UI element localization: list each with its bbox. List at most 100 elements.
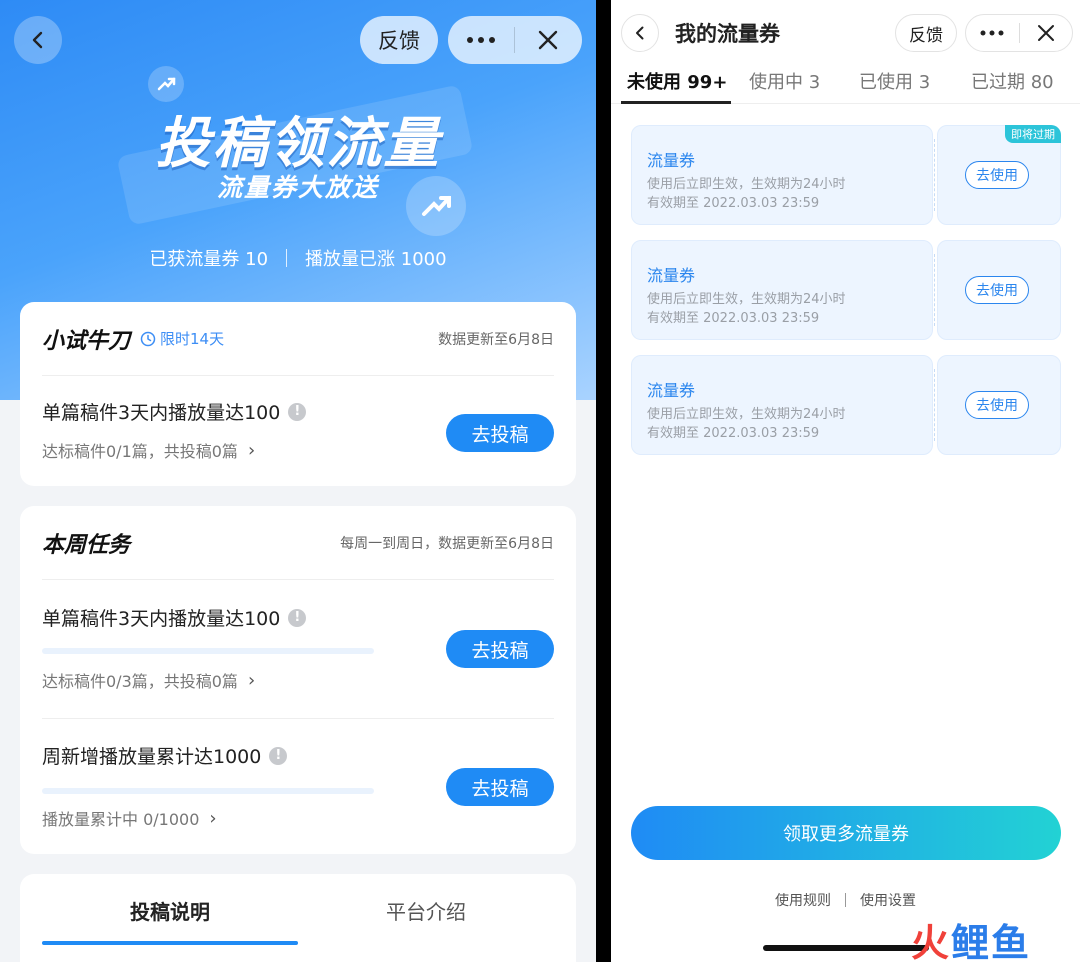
coupon-name: 流量券 [647,381,696,400]
task-sub-text: 达标稿件0/3篇，共投稿0篇 [42,672,238,691]
trial-card-meta: 数据更新至6月8日 [438,331,554,348]
watermark-char-3: 鱼 [991,921,1032,962]
active-tab-indicator [621,101,731,104]
task-sub-text: 达标稿件0/1篇，共投稿0篇 [42,442,238,461]
feedback-button[interactable]: 反馈 [360,16,438,64]
tab-unused[interactable]: 未使用 99+ [627,68,727,94]
coupon-description: 使用后立即生效，生效期为24小时 [647,177,846,192]
more-dots-icon [467,37,495,43]
coupon-perforation [934,254,935,326]
capsule-menu [965,14,1073,52]
stat-coupons: 已获流量券 10 [149,249,269,270]
back-button[interactable] [621,14,659,52]
submit-button[interactable]: 去投稿 [446,768,554,806]
stat-divider [286,249,288,267]
more-button[interactable] [448,16,514,64]
weekly-card: 本周任务 每周一到周日，数据更新至6月8日 单篇稿件3天内播放量达100 ! 达… [20,506,576,854]
capsule-menu [448,16,582,64]
footer-links: 使用规则 使用设置 [611,890,1080,910]
more-dots-icon [980,30,1004,36]
close-x-icon [538,30,558,50]
back-button[interactable] [14,16,62,64]
use-coupon-button[interactable]: 去使用 [965,276,1029,304]
task-divider [42,718,554,719]
coupon-card: 流量券 使用后立即生效，生效期为24小时 有效期至 2022.03.03 23:… [631,355,1061,455]
tab-in-use[interactable]: 使用中 3 [749,68,820,94]
task-progress-bar [42,648,374,654]
task-progress-bar [42,788,374,794]
info-icon[interactable]: ! [288,402,307,421]
task-progress-link[interactable]: 达标稿件0/1篇，共投稿0篇 › [42,438,255,462]
use-coupon-button[interactable]: 去使用 [965,391,1029,419]
coupon-expiry: 有效期至 2022.03.03 23:59 [647,311,820,326]
coupon-description: 使用后立即生效，生效期为24小时 [647,407,846,422]
coupon-perforation [934,369,935,441]
info-tab-bar: 投稿说明 平台介绍 [20,874,576,962]
home-indicator[interactable] [763,945,929,951]
hero-subtitle: 流量券大放送 [216,173,379,202]
close-button[interactable] [515,16,581,64]
coupon-expiry: 有效期至 2022.03.03 23:59 [647,196,820,211]
active-tab-indicator [42,941,298,945]
feedback-label: 反馈 [909,25,943,46]
more-button[interactable] [966,15,1019,51]
coupon-name: 流量券 [647,266,696,285]
chevron-right-icon: › [247,669,256,691]
close-x-icon [1037,25,1054,41]
trial-card-header: 小试牛刀 限时14天 数据更新至6月8日 [42,302,554,376]
submit-button-label: 去投稿 [471,423,529,446]
trial-card: 小试牛刀 限时14天 数据更新至6月8日 单篇稿件3天内播放量达100 ! 达标… [20,302,576,486]
stat-plays: 播放量已涨 1000 [305,249,447,270]
chevron-right-icon: › [209,807,217,829]
submit-button[interactable]: 去投稿 [446,414,554,452]
chevron-right-icon: › [247,439,256,461]
watermark-char-1: 火 [911,921,952,962]
task-progress-link[interactable]: 播放量累计中 0/1000 › [42,806,217,830]
use-coupon-button[interactable]: 去使用 [965,161,1029,189]
left-panel: 反馈 投稿领流量 流量券大放送 已获流量券 10 播放量已涨 1000 小试牛刀… [0,0,596,962]
badge-label: 限时14天 [160,330,225,348]
clock-icon [140,331,156,346]
back-arrow-icon [636,26,644,40]
task-title: 单篇稿件3天内播放量达100 ! [42,398,307,425]
watermark-char-2: 鲤 [951,921,992,962]
task-title-text: 单篇稿件3天内播放量达100 [42,402,281,424]
coupon-perforation [934,139,935,211]
task-sub-text: 播放量累计中 0/1000 [42,810,200,829]
limited-time-badge: 限时14天 [140,328,224,349]
info-icon[interactable]: ! [288,608,307,627]
usage-rules-link[interactable]: 使用规则 [775,890,831,910]
feedback-label: 反馈 [378,29,420,53]
feedback-button[interactable]: 反馈 [895,14,957,52]
weekly-card-meta: 每周一到周日，数据更新至6月8日 [340,535,554,552]
weekly-task: 单篇稿件3天内播放量达100 ! 达标稿件0/3篇，共投稿0篇 › 去投稿 [42,604,554,698]
coupon-card: 流量券 使用后立即生效，生效期为24小时 有效期至 2022.03.03 23:… [631,240,1061,340]
close-button[interactable] [1019,15,1072,51]
weekly-card-title: 本周任务 [42,532,131,558]
trial-task: 单篇稿件3天内播放量达100 ! 达标稿件0/1篇，共投稿0篇 › 去投稿 [42,398,554,468]
coupon-expiry: 有效期至 2022.03.03 23:59 [647,426,820,441]
hero-title: 投稿领流量 [155,111,441,175]
right-panel: 我的流量券 反馈 未使用 99+ 使用中 3 已使用 3 已过期 80 流量券 … [611,0,1080,962]
submit-button[interactable]: 去投稿 [446,630,554,668]
tab-submission-guide[interactable]: 投稿说明 [42,896,298,925]
watermark-logo: 火 鲤 鱼 [911,912,1031,962]
weekly-card-header: 本周任务 每周一到周日，数据更新至6月8日 [42,506,554,580]
expiring-soon-tag: 即将过期 [1005,125,1061,143]
tab-expired[interactable]: 已过期 80 [971,68,1054,94]
submit-button-label: 去投稿 [471,777,529,800]
usage-settings-link[interactable]: 使用设置 [860,890,916,910]
task-title: 周新增播放量累计达1000 ! [42,742,288,769]
task-progress-link[interactable]: 达标稿件0/3篇，共投稿0篇 › [42,668,255,692]
tab-platform-intro[interactable]: 平台介绍 [298,896,554,925]
task-title: 单篇稿件3天内播放量达100 ! [42,604,307,631]
task-title-text: 周新增播放量累计达1000 [42,746,262,768]
weekly-task: 周新增播放量累计达1000 ! 播放量累计中 0/1000 › 去投稿 [42,742,554,836]
info-icon[interactable]: ! [269,746,288,765]
tab-used[interactable]: 已使用 3 [859,68,930,94]
trend-arrow-icon [148,66,184,102]
back-arrow-icon [32,31,43,49]
get-more-coupons-button[interactable]: 领取更多流量券 [631,806,1061,860]
coupon-card: 流量券 使用后立即生效，生效期为24小时 有效期至 2022.03.03 23:… [631,125,1061,225]
coupon-description: 使用后立即生效，生效期为24小时 [647,292,846,307]
